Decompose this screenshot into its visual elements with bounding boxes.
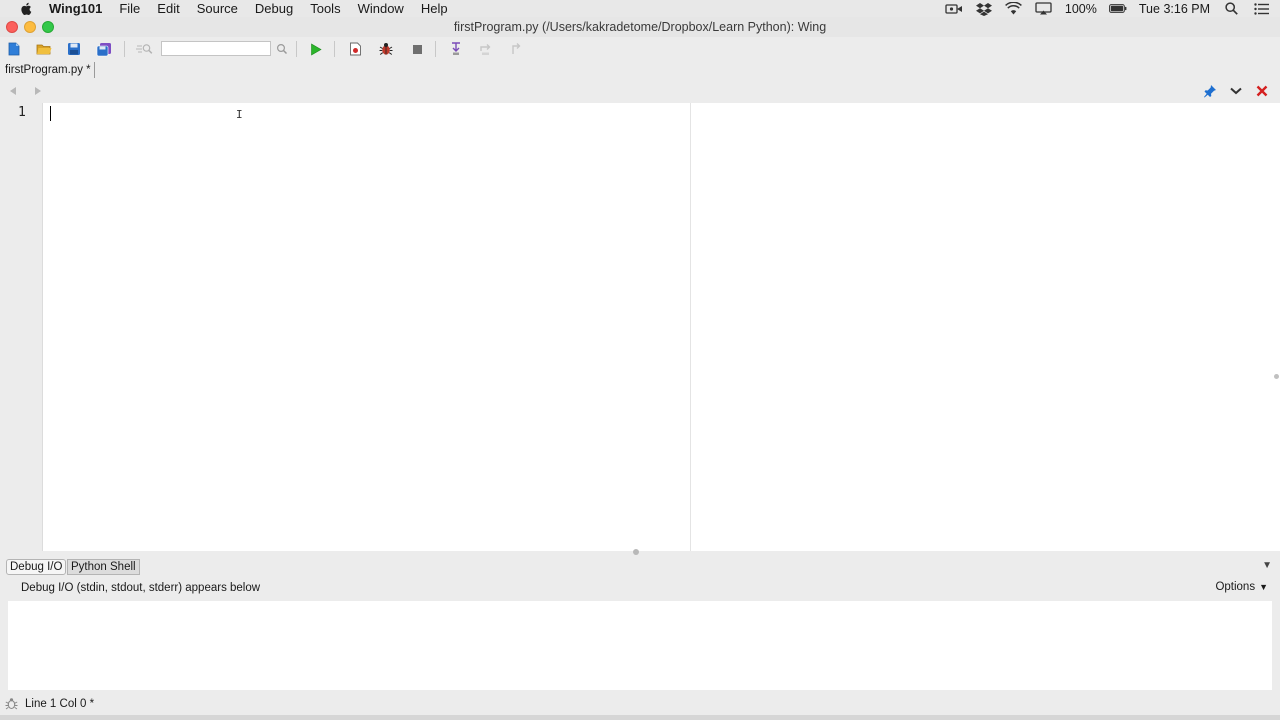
code-editor[interactable]: 1 I [0,103,1280,551]
menu-status-area: 100% Tue 3:16 PM [945,0,1270,17]
dropbox-icon[interactable] [975,2,993,16]
debug-io-description: Debug I/O (stdin, stdout, stderr) appear… [21,582,261,594]
back-arrow-icon[interactable] [5,83,21,99]
window-bottom-edge [0,715,1280,720]
apple-icon[interactable] [17,2,33,16]
menu-source[interactable]: Source [197,1,238,16]
tab-python-shell[interactable]: Python Shell [67,559,140,575]
menu-clock[interactable]: Tue 3:16 PM [1139,2,1210,16]
window-minimize-button[interactable] [24,21,36,33]
menu-tools[interactable]: Tools [310,1,340,16]
window-close-button[interactable] [6,21,18,33]
debug-io-header: Debug I/O (stdin, stdout, stderr) appear… [0,577,1280,601]
status-bar: Line 1 Col 0 * [0,693,1280,715]
main-toolbar [0,37,1280,61]
tool-panel-tabs: Debug I/O Python Shell [0,557,1280,577]
options-label: Options [1215,581,1256,593]
battery-icon[interactable] [1108,2,1127,15]
wifi-icon[interactable] [1005,2,1023,15]
search-tool-icon[interactable] [133,39,155,59]
editor-tab-strip: firstProgram.py * [0,61,1280,79]
options-button[interactable]: Options ▼ [1215,581,1268,593]
panel-splitter-handle[interactable] [633,549,639,555]
save-icon[interactable] [63,39,85,59]
close-editor-icon[interactable] [1254,83,1270,99]
menu-app-name[interactable]: Wing101 [49,1,102,16]
battery-percent: 100% [1064,1,1097,16]
debug-io-output[interactable] [8,601,1272,690]
window-title-bar: firstProgram.py (/Users/kakradetome/Drop… [0,17,1280,37]
tab-first-program[interactable]: firstProgram.py * [2,62,95,78]
text-cursor [50,106,51,121]
tab-debug-io[interactable]: Debug I/O [6,559,67,575]
menu-edit[interactable]: Edit [157,1,179,16]
line-number-gutter: 1 [0,103,43,551]
cursor-position-text: Line 1 Col 0 * [25,698,95,710]
menu-file[interactable]: File [119,1,140,16]
forward-arrow-icon[interactable] [30,83,46,99]
menu-bar: Wing101 File Edit Source Debug Tools Win… [0,0,1280,17]
step-out-icon[interactable] [505,39,527,59]
debug-bug-icon[interactable] [375,39,397,59]
chevron-down-icon[interactable] [1228,83,1244,99]
search-magnifier-icon[interactable] [271,39,293,59]
stop-icon[interactable] [406,39,428,59]
window-zoom-button[interactable] [42,21,54,33]
open-folder-icon[interactable] [33,39,55,59]
editor-nav-row [0,79,1280,103]
save-all-icon[interactable] [93,39,115,59]
toolbar-search-input[interactable] [161,41,271,56]
window-resize-handle[interactable] [1274,374,1279,379]
debug-status-bug-icon[interactable] [4,696,18,710]
mouse-ibeam-cursor: I [236,108,243,121]
menu-debug[interactable]: Debug [255,1,293,16]
pin-icon[interactable] [1202,83,1218,99]
window-controls [6,21,54,33]
menu-window[interactable]: Window [358,1,404,16]
window-title: firstProgram.py (/Users/kakradetome/Drop… [453,20,827,34]
breakpoint-file-icon[interactable] [344,39,366,59]
screen-record-icon[interactable] [945,2,963,15]
line-number: 1 [18,105,26,120]
spotlight-search-icon[interactable] [1222,2,1240,15]
notification-center-icon[interactable] [1252,2,1270,15]
edge-column-guide [690,103,691,551]
run-icon[interactable] [305,39,327,59]
new-file-icon[interactable] [3,39,25,59]
menu-help[interactable]: Help [421,1,448,16]
step-into-icon[interactable] [445,39,467,59]
panel-menu-arrow-icon[interactable]: ▼ [1262,560,1272,571]
airplay-icon[interactable] [1035,2,1053,15]
options-dropdown-icon: ▼ [1259,582,1268,592]
step-over-icon[interactable] [475,39,497,59]
